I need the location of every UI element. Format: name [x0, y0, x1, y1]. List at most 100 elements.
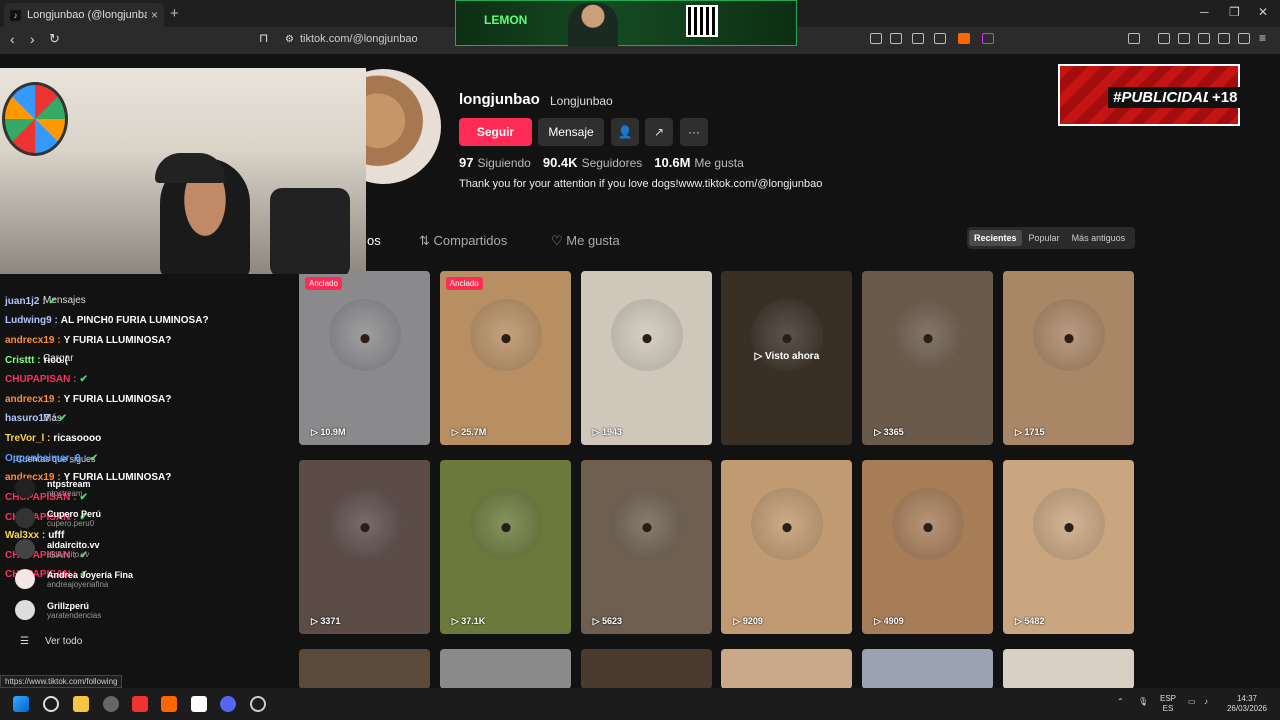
- windows-start-icon[interactable]: [13, 696, 29, 712]
- no-translate-icon[interactable]: [870, 33, 882, 44]
- tab-shared[interactable]: ⇅ Compartidos: [419, 233, 507, 249]
- reload-icon[interactable]: ↻: [49, 31, 60, 47]
- vpn-icon[interactable]: [1238, 33, 1250, 44]
- ad-side-text: #PUBLICIDAD: [1108, 87, 1219, 108]
- clock[interactable]: 14:37 26/03/2026: [1222, 694, 1272, 714]
- view-count: ▷ 1715: [1015, 427, 1045, 437]
- bookmark-icon[interactable]: ⊓: [259, 31, 268, 45]
- see-all-icon[interactable]: ☰: [20, 636, 29, 647]
- video-card[interactable]: ▷ 5482: [1003, 460, 1134, 634]
- microphone-icon[interactable]: 🎙: [1138, 697, 1148, 707]
- site-info-icon[interactable]: ⚙: [285, 34, 294, 45]
- avatar: [15, 478, 35, 498]
- chat-message: TreVor_l : ricasoooo: [5, 433, 101, 444]
- video-thumbnail: [469, 299, 542, 371]
- video-thumbnail: [329, 488, 401, 560]
- profile-bio: Thank you for your attention if you love…: [459, 178, 823, 190]
- translate-icon[interactable]: [890, 33, 902, 44]
- wallet-icon[interactable]: [1198, 33, 1210, 44]
- leo-icon[interactable]: [1218, 33, 1230, 44]
- discord-icon[interactable]: [220, 696, 236, 712]
- brave-icon[interactable]: [161, 696, 177, 712]
- pinned-badge: Anclado: [305, 277, 342, 290]
- video-card[interactable]: Anclado ▷ 10.9M: [299, 271, 430, 445]
- video-card[interactable]: ▷ 3365: [862, 271, 994, 445]
- tab-liked[interactable]: ♡ Me gusta: [551, 233, 620, 249]
- following-stat[interactable]: 97 Siguiendo: [459, 155, 531, 170]
- language-indicator[interactable]: ESP ES: [1160, 694, 1176, 714]
- tab-close-button[interactable]: ×: [151, 8, 158, 22]
- rewards-icon[interactable]: [982, 33, 994, 44]
- chat-message: Ludwing9 : AL PINCH0 FURIA LUMINOSA?: [5, 315, 209, 326]
- pinned-badge: Anclado: [445, 277, 483, 290]
- video-card[interactable]: Anclado ▷ 25.7M: [439, 271, 571, 445]
- sidebar-panel-icon[interactable]: [1128, 33, 1140, 44]
- video-card[interactable]: ▷ 5623: [580, 460, 712, 634]
- forward-icon[interactable]: ›: [30, 31, 35, 47]
- new-tab-button[interactable]: +: [170, 5, 179, 22]
- ad-banner-top[interactable]: LEMON: [455, 0, 797, 47]
- app-window-icon[interactable]: [191, 696, 207, 712]
- video-card[interactable]: ▷ 3371: [299, 460, 430, 634]
- ad-banner-side[interactable]: #PUBLICIDAD +18: [1058, 64, 1242, 126]
- chat-message: andrecx19 :Y FURIA LLUMINOSA?: [5, 335, 171, 346]
- followers-stat[interactable]: 90.4K Seguidores: [543, 155, 642, 170]
- volume-icon[interactable]: ♪: [1204, 697, 1208, 707]
- back-icon[interactable]: ‹: [10, 31, 15, 47]
- share-icon[interactable]: [934, 33, 946, 44]
- browser-tab[interactable]: ♪ Longjunbao (@longjunbao) | TikTok ×: [4, 3, 164, 27]
- profile-nickname: Longjunbao: [550, 94, 613, 108]
- following-account[interactable]: Andrea Joyería Fina andreajoyeriafina: [15, 568, 133, 590]
- search-icon[interactable]: [43, 696, 59, 712]
- tab-videos[interactable]: os: [367, 233, 381, 248]
- see-all-link[interactable]: Ver todo: [45, 636, 82, 647]
- share-profile-icon[interactable]: ↗: [645, 118, 673, 146]
- video-card[interactable]: [721, 649, 853, 689]
- more-options-icon[interactable]: ···: [680, 118, 708, 146]
- cast-icon[interactable]: [912, 33, 924, 44]
- sort-popular[interactable]: Popular: [1024, 230, 1065, 246]
- following-account[interactable]: ntpstream ntpstream: [15, 477, 91, 499]
- network-icon[interactable]: ▭: [1188, 697, 1196, 707]
- following-account[interactable]: Grillzperú yaratendencias: [15, 599, 101, 621]
- tray-chevron-icon[interactable]: ⌃: [1117, 697, 1124, 707]
- sort-recent[interactable]: Recientes: [969, 230, 1022, 246]
- video-thumbnail: [751, 488, 824, 560]
- following-account[interactable]: aldaircito.vv aldaircito.vv: [15, 538, 100, 560]
- video-card[interactable]: ▷ 1943: [580, 271, 712, 445]
- minimize-icon[interactable]: ─: [1200, 5, 1209, 19]
- url-field[interactable]: tiktok.com/@longjunbao: [300, 33, 418, 45]
- close-window-icon[interactable]: ✕: [1258, 5, 1268, 19]
- video-card[interactable]: ▷ Visto ahora: [721, 271, 853, 445]
- app-circle-icon[interactable]: [250, 696, 266, 712]
- view-count: ▷ 4909: [874, 616, 904, 626]
- chat-username: Ludwing9 :: [5, 315, 58, 326]
- add-friend-icon[interactable]: 👤: [611, 118, 639, 146]
- view-count: ▷ 25.7M: [451, 427, 487, 437]
- video-card[interactable]: ▷ 4909: [862, 460, 994, 634]
- menu-icon[interactable]: ≡: [1259, 31, 1266, 45]
- video-card[interactable]: ▷ 37.1K: [439, 460, 571, 634]
- brave-shield-icon[interactable]: [958, 33, 970, 44]
- video-card[interactable]: [862, 649, 994, 689]
- following-account[interactable]: Cupero Perú cupero.peru0: [15, 507, 101, 529]
- video-card[interactable]: [299, 649, 430, 689]
- music-icon[interactable]: [1158, 33, 1170, 44]
- video-thumbnail: [469, 488, 542, 560]
- message-button[interactable]: Mensaje: [538, 118, 604, 146]
- restore-icon[interactable]: ❐: [1229, 5, 1240, 19]
- video-card[interactable]: [439, 649, 571, 689]
- video-card[interactable]: [580, 649, 712, 689]
- video-card[interactable]: [1003, 649, 1134, 689]
- file-explorer-icon[interactable]: [73, 696, 89, 712]
- app-icon[interactable]: [103, 696, 119, 712]
- app-red-icon[interactable]: [132, 696, 148, 712]
- follow-button[interactable]: Seguir: [459, 118, 532, 146]
- video-card[interactable]: ▷ 9209: [721, 460, 853, 634]
- account-name: Cupero Perú: [47, 508, 102, 519]
- watched-now-label: ▷ Visto ahora: [754, 351, 820, 362]
- account-name: Andrea Joyería Fina: [47, 569, 134, 580]
- reader-icon[interactable]: [1178, 33, 1190, 44]
- video-card[interactable]: ▷ 1715: [1003, 271, 1134, 445]
- sort-oldest[interactable]: Más antiguos: [1067, 230, 1131, 246]
